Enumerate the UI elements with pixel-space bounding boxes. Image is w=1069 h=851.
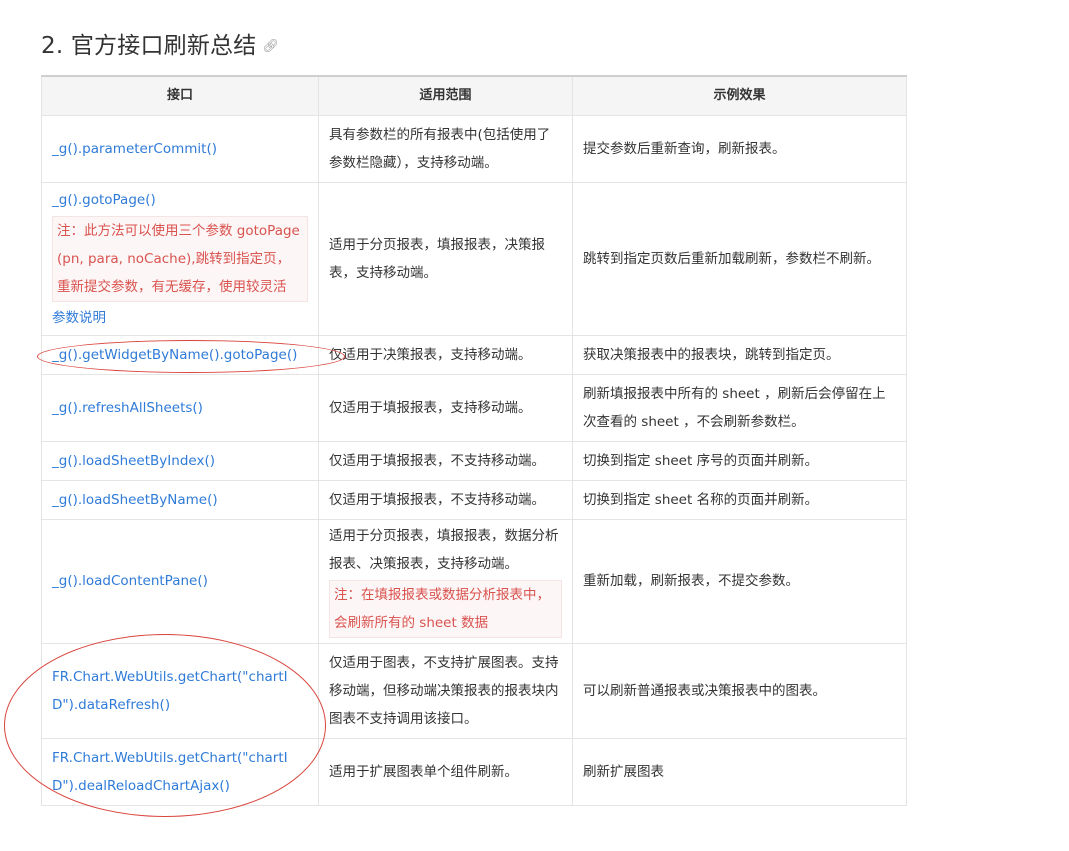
table-row: _g().loadContentPane() 适用于分页报表，填报报表，数据分析…	[41, 518, 907, 644]
page-title: 2. 官方接口刷新总结 🔗︎	[41, 26, 279, 60]
scope-cell: 仅适用于填报报表，不支持移动端。	[318, 479, 573, 520]
table-row: _g().gotoPage() 注：此方法可以使用三个参数 gotoPage(p…	[41, 181, 907, 336]
effect-cell: 刷新填报报表中所有的 sheet ，刷新后会停留在上次查看的 sheet ，不会…	[572, 373, 907, 442]
scope-cell: 仅适用于图表，不支持扩展图表。支持移动端，但移动端决策报表的报表块内图表不支持调…	[318, 642, 573, 739]
table-row: _g().parameterCommit() 具有参数栏的所有报表中(包括使用了…	[41, 114, 907, 183]
table-row: FR.Chart.WebUtils.getChart("chartID").da…	[41, 642, 907, 739]
note-box: 注：在填报报表或数据分析报表中，会刷新所有的 sheet 数据	[329, 580, 562, 638]
param-doc-link[interactable]: 参数说明	[52, 304, 308, 332]
api-link[interactable]: FR.Chart.WebUtils.getChart("chartID").da…	[52, 669, 288, 713]
table-row: _g().loadSheetByName() 仅适用于填报报表，不支持移动端。 …	[41, 479, 907, 520]
table-row: _g().getWidgetByName().gotoPage() 仅适用于决策…	[41, 334, 907, 375]
effect-cell: 刷新扩展图表	[572, 737, 907, 806]
note-box: 注：此方法可以使用三个参数 gotoPage(pn, para, noCache…	[52, 215, 308, 302]
table-header-row: 接口 适用范围 示例效果	[41, 75, 907, 116]
scope-cell: 仅适用于填报报表，支持移动端。	[318, 373, 573, 442]
header-scope: 适用范围	[318, 75, 573, 116]
link-icon[interactable]: 🔗︎	[262, 39, 279, 54]
page-title-text: 2. 官方接口刷新总结	[41, 33, 257, 59]
scope-text: 适用于分页报表，填报报表，数据分析报表、决策报表，支持移动端。	[329, 528, 559, 572]
api-link[interactable]: _g().getWidgetByName().gotoPage()	[52, 347, 297, 363]
api-link[interactable]: _g().loadContentPane()	[52, 573, 208, 589]
effect-cell: 提交参数后重新查询，刷新报表。	[572, 114, 907, 183]
effect-cell: 切换到指定 sheet 名称的页面并刷新。	[572, 479, 907, 520]
api-link[interactable]: _g().loadSheetByIndex()	[52, 453, 215, 469]
effect-cell: 重新加载，刷新报表，不提交参数。	[572, 518, 907, 644]
effect-cell: 跳转到指定页数后重新加载刷新，参数栏不刷新。	[572, 181, 907, 336]
api-link[interactable]: FR.Chart.WebUtils.getChart("chartID").de…	[52, 750, 288, 794]
effect-cell: 可以刷新普通报表或决策报表中的图表。	[572, 642, 907, 739]
table-row: FR.Chart.WebUtils.getChart("chartID").de…	[41, 737, 907, 806]
scope-cell: 具有参数栏的所有报表中(包括使用了参数栏隐藏），支持移动端。	[318, 114, 573, 183]
api-link[interactable]: _g().parameterCommit()	[52, 141, 217, 157]
api-table: 接口 适用范围 示例效果 _g().parameterCommit() 具有参数…	[41, 75, 907, 806]
table-row: _g().loadSheetByIndex() 仅适用于填报报表，不支持移动端。…	[41, 440, 907, 481]
effect-cell: 获取决策报表中的报表块，跳转到指定页。	[572, 334, 907, 375]
header-effect: 示例效果	[572, 75, 907, 116]
scope-cell: 仅适用于决策报表，支持移动端。	[318, 334, 573, 375]
scope-cell: 仅适用于填报报表，不支持移动端。	[318, 440, 573, 481]
table-row: _g().refreshAllSheets() 仅适用于填报报表，支持移动端。 …	[41, 373, 907, 442]
api-link[interactable]: _g().loadSheetByName()	[52, 492, 218, 508]
effect-cell: 切换到指定 sheet 序号的页面并刷新。	[572, 440, 907, 481]
scope-cell: 适用于分页报表，填报报表，决策报表，支持移动端。	[318, 181, 573, 336]
scope-cell: 适用于扩展图表单个组件刷新。	[318, 737, 573, 806]
header-api: 接口	[41, 75, 319, 116]
api-link[interactable]: _g().gotoPage()	[52, 186, 308, 214]
api-link[interactable]: _g().refreshAllSheets()	[52, 400, 203, 416]
